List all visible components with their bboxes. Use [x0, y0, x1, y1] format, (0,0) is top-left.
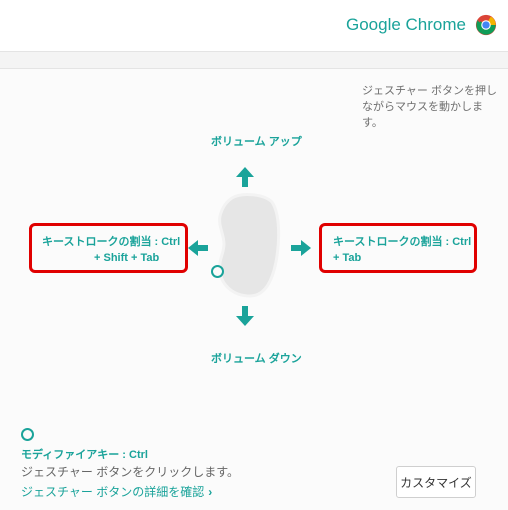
left-keystroke-keys: + Shift + Tab	[94, 252, 160, 264]
chevron-right-icon: ›	[208, 485, 213, 499]
arrow-down-icon	[236, 306, 254, 326]
gesture-up-label: ボリューム アップ	[211, 136, 302, 148]
arrow-right-icon	[291, 240, 311, 256]
arrow-left-icon	[188, 240, 208, 256]
gesture-details-link[interactable]: ジェスチャー ボタンの詳細を確認 ›	[21, 483, 212, 500]
chrome-logo-icon	[475, 14, 497, 36]
modifier-key-label: モディファイアキー : Ctrl	[21, 449, 148, 461]
modifier-description: ジェスチャー ボタンをクリックします。	[21, 465, 240, 479]
customize-button[interactable]: カスタマイズ	[396, 466, 476, 498]
top-bar: Google Chrome	[0, 0, 508, 52]
gesture-hint: ジェスチャー ボタンを押しながらマウスを動かします。	[362, 85, 497, 129]
gesture-button-dot	[211, 265, 224, 278]
gesture-down-label: ボリューム ダウン	[211, 353, 302, 365]
app-name: Google Chrome	[345, 15, 466, 34]
gesture-details-link-text[interactable]: ジェスチャー ボタンの詳細を確認	[21, 485, 204, 499]
right-keystroke-keys: + Tab	[333, 252, 362, 264]
modifier-key-dot	[21, 428, 34, 441]
mouse-outline-icon	[218, 193, 281, 298]
arrow-up-icon	[236, 167, 254, 187]
left-keystroke-label: キーストロークの割当 : Ctrl	[42, 236, 181, 248]
right-keystroke-label: キーストロークの割当 : Ctrl	[333, 236, 472, 248]
